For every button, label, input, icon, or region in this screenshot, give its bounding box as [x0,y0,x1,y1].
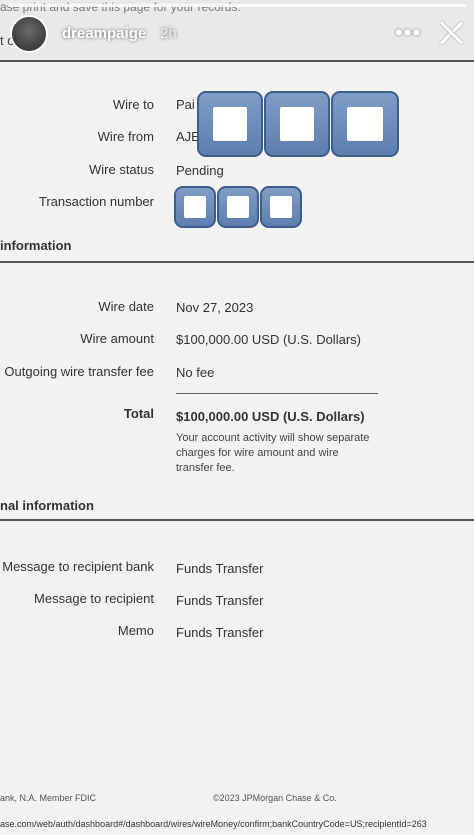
redaction-block-inner [212,106,248,142]
footer-fdic: ank, N.A. Member FDIC [0,793,97,803]
section-heading-information: information [0,238,72,253]
redaction-block-icon [217,186,259,228]
redaction-block-icon [264,91,330,157]
redaction-block-icon [331,91,399,157]
redaction-block-icon [197,91,263,157]
redaction-block-inner [347,106,383,142]
story-progress-bar [8,4,466,7]
wire-status-value: Pending [176,163,224,178]
message-to-recipient-value: Funds Transfer [176,593,264,608]
story-username[interactable]: dreampaige [62,25,146,42]
more-options-icon[interactable]: ••• [395,20,421,46]
wire-date-label: Wire date [98,299,154,314]
redaction-block-inner [227,196,249,218]
footer-copyright: ©2023 JPMorgan Chase & Co. [213,793,337,803]
section-heading-additional-information: nal information [0,498,94,513]
wire-amount-value: $100,000.00 USD (U.S. Dollars) [176,332,361,347]
total-value: $100,000.00 USD (U.S. Dollars) [176,409,365,424]
transfer-fee-label: Outgoing wire transfer fee [4,364,154,379]
redaction-block-icon [260,186,302,228]
print-instruction-text: ase print and save this page for your re… [0,0,241,14]
wire-from-label: Wire from [97,129,154,144]
wire-status-label: Wire status [88,162,154,177]
page-url: ase.com/web/auth/dashboard#/dashboard/wi… [0,819,427,829]
wire-to-label: Wire to [112,97,154,112]
section-divider [0,60,474,62]
message-to-bank-value: Funds Transfer [176,561,264,576]
message-to-bank-label: Message to recipient bank [2,559,154,574]
total-label: Total [123,406,154,421]
message-to-recipient-label: Message to recipient [34,591,154,606]
redaction-block-inner [184,196,206,218]
memo-value: Funds Transfer [176,625,264,640]
close-icon[interactable] [438,20,464,46]
section-divider [0,261,474,263]
wire-to-value: Pai [176,97,195,112]
story-time: 2h [160,25,177,42]
activity-note: Your account activity will show separate… [176,432,370,474]
transaction-number-label: Transaction number [38,194,154,209]
redaction-block-inner [270,196,292,218]
redaction-block-icon [174,186,216,228]
redaction-block-inner [279,106,315,142]
total-divider [176,393,378,394]
memo-label: Memo [117,623,154,638]
section-divider [0,519,474,521]
avatar[interactable] [10,15,48,53]
wire-date-value: Nov 27, 2023 [176,300,254,315]
transfer-fee-value: No fee [176,365,215,380]
wire-amount-label: Wire amount [80,331,154,346]
